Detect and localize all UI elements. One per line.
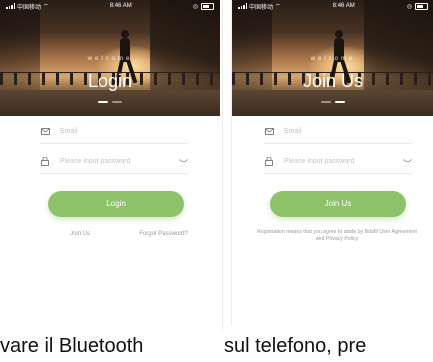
alarm-icon: ◎ (406, 3, 412, 10)
password-field[interactable]: Please input password (40, 149, 188, 174)
password-placeholder: Please input password (284, 157, 355, 165)
alarm-icon: ◎ (192, 3, 198, 10)
status-time: 8:46 AM (332, 3, 355, 9)
screen-divider (222, 0, 223, 330)
status-time: 8:46 AM (109, 3, 132, 9)
eye-closed-icon[interactable] (178, 157, 188, 166)
welcome-text: welcome (310, 56, 356, 62)
hero-banner: 中国移动 ⌔ 8:46 AM ◎ welcome Login (0, 0, 220, 116)
email-field[interactable]: Email (40, 119, 188, 144)
email-placeholder: Email (60, 127, 78, 135)
wifi-icon: ⌔ (275, 4, 281, 10)
join-us-button[interactable]: Join Us (270, 191, 406, 217)
carrier-label: 中国移动 (17, 4, 42, 11)
email-placeholder: Email (284, 127, 302, 135)
agreement-text: Registration means that you agree to abi… (257, 229, 417, 242)
pager-indicator (0, 101, 220, 103)
signal-icon (6, 3, 15, 9)
password-placeholder: Please input password (60, 157, 131, 165)
signal-icon (238, 3, 247, 9)
password-field[interactable]: Please input password (264, 149, 412, 174)
eye-closed-icon[interactable] (402, 157, 412, 166)
login-button[interactable]: Login (48, 191, 184, 217)
page-title: Login (87, 71, 133, 91)
welcome-text: welcome (87, 56, 133, 62)
login-screen: 中国移动 ⌔ 8:46 AM ◎ welcome Login Email Ple… (0, 0, 220, 326)
wifi-icon: ⌔ (43, 4, 49, 10)
mail-icon (40, 126, 50, 136)
status-bar: 中国移动 ⌔ 8:46 AM ◎ (232, 0, 433, 12)
hero-banner: 中国移动 ⌔ 8:46 AM ◎ welcome Join Us (232, 0, 433, 116)
email-field[interactable]: Email (264, 119, 412, 144)
status-bar: 中国移动 ⌔ 8:46 AM ◎ (0, 0, 220, 12)
lock-icon (264, 156, 274, 166)
battery-icon (414, 2, 428, 10)
auth-links: Join Us Forgot Password? (40, 231, 188, 237)
caption-right: sul telefono, pre (224, 335, 367, 357)
caption-left: vare il Bluetooth (0, 335, 144, 357)
carrier-label: 中国移动 (249, 4, 274, 11)
road (232, 90, 433, 116)
forgot-password-link[interactable]: Forgot Password? (139, 231, 188, 237)
join-us-link[interactable]: Join Us (70, 231, 90, 237)
battery-icon (200, 2, 214, 10)
caption-bar: vare il Bluetooth sul telefono, pre (0, 330, 433, 362)
mail-icon (264, 126, 274, 136)
pager-indicator (232, 101, 433, 103)
register-screen: 中国移动 ⌔ 8:46 AM ◎ welcome Join Us Email P… (231, 0, 433, 326)
lock-icon (40, 156, 50, 166)
road (0, 90, 220, 116)
page-title: Join Us (302, 71, 364, 91)
